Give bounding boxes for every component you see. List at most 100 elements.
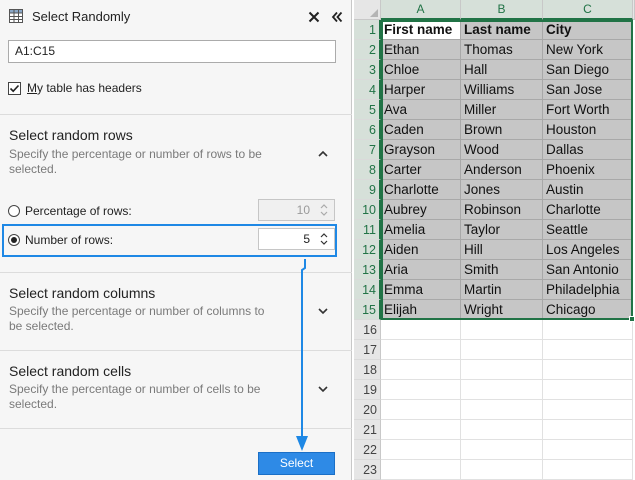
cell[interactable] <box>461 420 543 440</box>
row-header[interactable]: 18 <box>354 360 381 380</box>
cell[interactable] <box>543 340 633 360</box>
row-header[interactable]: 11 <box>354 220 381 240</box>
cell[interactable] <box>543 440 633 460</box>
row-header[interactable]: 20 <box>354 400 381 420</box>
cell[interactable]: Emma <box>381 280 461 300</box>
row-header[interactable]: 16 <box>354 320 381 340</box>
row-header[interactable]: 23 <box>354 460 381 480</box>
cell[interactable]: Chicago <box>543 300 633 320</box>
cell[interactable]: Brown <box>461 120 543 140</box>
cell[interactable]: Caden <box>381 120 461 140</box>
close-button[interactable] <box>305 7 323 27</box>
cell[interactable]: Grayson <box>381 140 461 160</box>
row-header[interactable]: 6 <box>354 120 381 140</box>
cell[interactable]: Charlotte <box>381 180 461 200</box>
row-header[interactable]: 7 <box>354 140 381 160</box>
collapse-pane-button[interactable] <box>328 7 346 27</box>
cell[interactable]: Aria <box>381 260 461 280</box>
cell[interactable] <box>543 360 633 380</box>
random-columns-section[interactable]: Select random columns Specify the percen… <box>0 272 352 350</box>
cell[interactable] <box>461 380 543 400</box>
cell[interactable] <box>461 440 543 460</box>
cell[interactable]: Philadelphia <box>543 280 633 300</box>
headers-checkbox[interactable] <box>8 81 21 95</box>
cell[interactable]: Houston <box>543 120 633 140</box>
headers-checkbox-row[interactable]: My table has headers <box>8 80 142 96</box>
cell[interactable]: Amelia <box>381 220 461 240</box>
row-header[interactable]: 21 <box>354 420 381 440</box>
cell[interactable]: Smith <box>461 260 543 280</box>
cell[interactable] <box>381 360 461 380</box>
cell[interactable] <box>381 440 461 460</box>
row-header[interactable]: 1 <box>354 20 381 40</box>
header-cell[interactable]: Last name <box>461 20 543 40</box>
cell[interactable] <box>461 460 543 480</box>
cell[interactable] <box>543 420 633 440</box>
row-header[interactable]: 15 <box>354 300 381 320</box>
cell[interactable] <box>543 460 633 480</box>
cell[interactable]: Los Angeles <box>543 240 633 260</box>
row-header[interactable]: 4 <box>354 80 381 100</box>
cell[interactable]: Martin <box>461 280 543 300</box>
cell[interactable] <box>381 380 461 400</box>
cell[interactable] <box>543 380 633 400</box>
random-cells-section[interactable]: Select random cells Specify the percenta… <box>0 350 352 428</box>
cell[interactable] <box>543 320 633 340</box>
cell[interactable]: Elijah <box>381 300 461 320</box>
fill-handle[interactable] <box>629 316 635 322</box>
row-header[interactable]: 3 <box>354 60 381 80</box>
column-header-a[interactable]: A <box>381 0 461 20</box>
cell[interactable]: Seattle <box>543 220 633 240</box>
cell[interactable]: Hill <box>461 240 543 260</box>
row-header[interactable]: 8 <box>354 160 381 180</box>
cell[interactable]: Harper <box>381 80 461 100</box>
cell[interactable]: Wood <box>461 140 543 160</box>
cell[interactable]: New York <box>543 40 633 60</box>
cell[interactable] <box>381 460 461 480</box>
row-header[interactable]: 17 <box>354 340 381 360</box>
row-header[interactable]: 2 <box>354 40 381 60</box>
row-header[interactable]: 22 <box>354 440 381 460</box>
cell[interactable]: Wright <box>461 300 543 320</box>
header-cell[interactable]: First name <box>381 20 461 40</box>
cell[interactable]: Jones <box>461 180 543 200</box>
column-header-b[interactable]: B <box>461 0 543 20</box>
cell[interactable]: Aiden <box>381 240 461 260</box>
cell[interactable]: Ethan <box>381 40 461 60</box>
cell[interactable]: Williams <box>461 80 543 100</box>
cell[interactable] <box>381 400 461 420</box>
cell[interactable]: Aubrey <box>381 200 461 220</box>
cell[interactable]: Carter <box>381 160 461 180</box>
cell[interactable] <box>461 400 543 420</box>
cell[interactable]: Fort Worth <box>543 100 633 120</box>
cell[interactable] <box>461 340 543 360</box>
cell[interactable]: Dallas <box>543 140 633 160</box>
cell[interactable]: Anderson <box>461 160 543 180</box>
range-input[interactable]: A1:C15 <box>8 40 336 63</box>
cell[interactable] <box>381 420 461 440</box>
column-header-c[interactable]: C <box>543 0 633 20</box>
cell[interactable]: Taylor <box>461 220 543 240</box>
percentage-radio[interactable] <box>8 205 20 217</box>
cell[interactable] <box>381 320 461 340</box>
row-header[interactable]: 19 <box>354 380 381 400</box>
chevron-down-icon[interactable] <box>316 304 330 318</box>
cell[interactable] <box>543 400 633 420</box>
select-all-corner[interactable] <box>354 0 381 20</box>
cell[interactable]: Austin <box>543 180 633 200</box>
cell[interactable] <box>461 320 543 340</box>
cell[interactable]: San Antonio <box>543 260 633 280</box>
percentage-option[interactable]: Percentage of rows: <box>8 202 132 220</box>
row-header[interactable]: 9 <box>354 180 381 200</box>
cell[interactable]: Ava <box>381 100 461 120</box>
cell[interactable]: Thomas <box>461 40 543 60</box>
select-button[interactable]: Select <box>258 452 335 475</box>
cell[interactable]: San Diego <box>543 60 633 80</box>
chevron-up-icon[interactable] <box>316 147 330 161</box>
row-header[interactable]: 5 <box>354 100 381 120</box>
row-header[interactable]: 10 <box>354 200 381 220</box>
cell[interactable]: Phoenix <box>543 160 633 180</box>
cell[interactable] <box>381 340 461 360</box>
cell[interactable]: Miller <box>461 100 543 120</box>
cell[interactable] <box>461 360 543 380</box>
